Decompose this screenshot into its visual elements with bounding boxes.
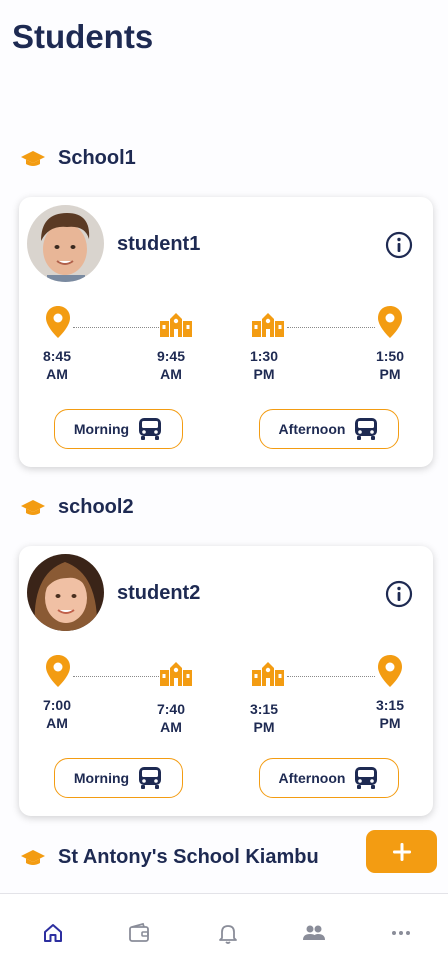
page-title: Students (12, 18, 154, 55)
school-name: School1 (58, 147, 136, 169)
location-pin-icon (378, 306, 402, 338)
info-icon[interactable] (385, 231, 413, 259)
school-building-icon (252, 313, 284, 337)
bell-icon (219, 925, 237, 944)
bus-icon (139, 418, 162, 440)
student-card-2[interactable]: student2 7:00 AM 7:40 AM 3:15 PM 3:15 PM… (19, 546, 433, 816)
school-building-icon (252, 662, 284, 686)
afternoon-route (251, 654, 402, 688)
graduation-cap-icon (21, 150, 45, 166)
school-header-3: St Antony's School Kiambu (20, 846, 319, 869)
route-dotted-line (73, 327, 159, 328)
student-avatar (27, 205, 104, 282)
school-building-icon (160, 313, 192, 337)
graduation-cap-icon (21, 499, 45, 515)
nav-wallet[interactable] (126, 920, 152, 946)
boy-avatar-icon (27, 205, 104, 282)
pickup-time: 8:45 AM (42, 348, 72, 382)
nav-people[interactable] (301, 920, 327, 946)
school-arrival-time: 7:40 AM (156, 701, 186, 735)
more-icon (392, 931, 410, 935)
wallet-icon (129, 922, 149, 942)
morning-label: Morning (73, 421, 130, 437)
afternoon-label: Afternoon (278, 770, 346, 786)
dropoff-time: 1:50 PM (375, 348, 405, 382)
school-name: school2 (58, 496, 134, 518)
nav-notifications[interactable] (215, 920, 241, 946)
student-card-1[interactable]: student1 8:45 AM 9:45 AM 1:30 PM 1:50 PM… (19, 197, 433, 467)
route-dotted-line (287, 676, 375, 677)
nav-home[interactable] (40, 920, 66, 946)
bus-icon (355, 418, 378, 440)
girl-avatar-icon (27, 554, 104, 631)
morning-route (45, 654, 195, 688)
location-pin-icon (46, 306, 70, 338)
info-icon[interactable] (385, 580, 413, 608)
school-building-icon (160, 662, 192, 686)
school-name: St Antony's School Kiambu (58, 846, 319, 868)
bus-icon (355, 767, 378, 789)
plus-icon (392, 842, 411, 861)
school-departure-time: 1:30 PM (249, 348, 279, 382)
student-name: student1 (117, 233, 201, 255)
school-header-1: School1 (20, 147, 136, 170)
morning-label: Morning (73, 770, 130, 786)
morning-trip-button[interactable]: Morning (54, 758, 183, 798)
student-name: student2 (117, 582, 201, 604)
afternoon-trip-button[interactable]: Afternoon (259, 409, 399, 449)
pickup-time: 7:00 AM (42, 697, 72, 731)
graduation-cap-icon (21, 849, 45, 865)
route-dotted-line (287, 327, 375, 328)
add-student-button[interactable] (366, 830, 437, 873)
nav-more[interactable] (388, 920, 414, 946)
people-icon (303, 925, 325, 940)
student-avatar (27, 554, 104, 631)
morning-trip-button[interactable]: Morning (54, 409, 183, 449)
school-header-2: school2 (20, 496, 134, 519)
school-departure-time: 3:15 PM (249, 701, 279, 735)
bottom-navigation (0, 893, 448, 968)
bus-icon (139, 767, 162, 789)
home-icon (44, 924, 62, 942)
route-dotted-line (73, 676, 159, 677)
afternoon-trip-button[interactable]: Afternoon (259, 758, 399, 798)
afternoon-label: Afternoon (278, 421, 346, 437)
afternoon-route (251, 305, 402, 339)
location-pin-icon (46, 655, 70, 687)
location-pin-icon (378, 655, 402, 687)
morning-route (45, 305, 195, 339)
school-arrival-time: 9:45 AM (156, 348, 186, 382)
dropoff-time: 3:15 PM (375, 697, 405, 731)
